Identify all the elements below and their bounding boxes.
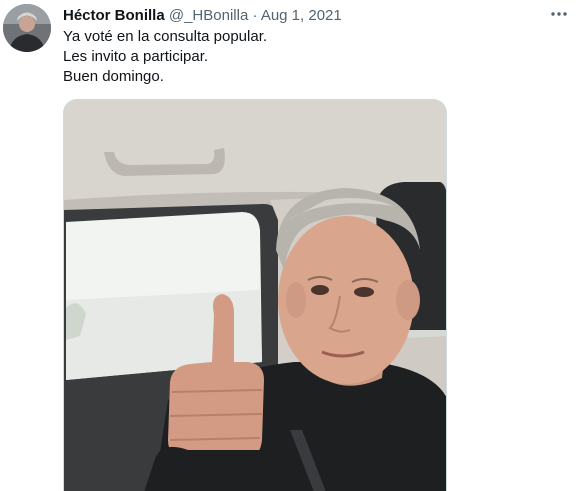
tweet-text-line: Ya voté en la consulta popular.	[63, 28, 268, 45]
author-name[interactable]: Héctor Bonilla	[63, 7, 165, 24]
tweet-text-line: Buen domingo.	[63, 68, 164, 85]
tweet-text-line: Les invito a participar.	[63, 48, 209, 65]
tweet-card[interactable]: Héctor Bonilla @_HBonilla · Aug 1, 2021 …	[0, 0, 584, 491]
photo-image	[64, 100, 446, 491]
header-separator: ·	[252, 7, 258, 24]
author-handle[interactable]: @_HBonilla	[169, 7, 248, 24]
tweet-photo[interactable]	[63, 99, 447, 491]
tweet-header: Héctor Bonilla @_HBonilla · Aug 1, 2021	[63, 6, 342, 26]
avatar-photo	[3, 4, 51, 52]
more-options-button[interactable]	[549, 4, 569, 24]
tweet-date[interactable]: Aug 1, 2021	[261, 7, 342, 24]
more-horizontal-icon	[551, 12, 567, 16]
author-avatar[interactable]	[3, 4, 51, 52]
tweet-text: Ya voté en la consulta popular. Les invi…	[63, 27, 267, 87]
